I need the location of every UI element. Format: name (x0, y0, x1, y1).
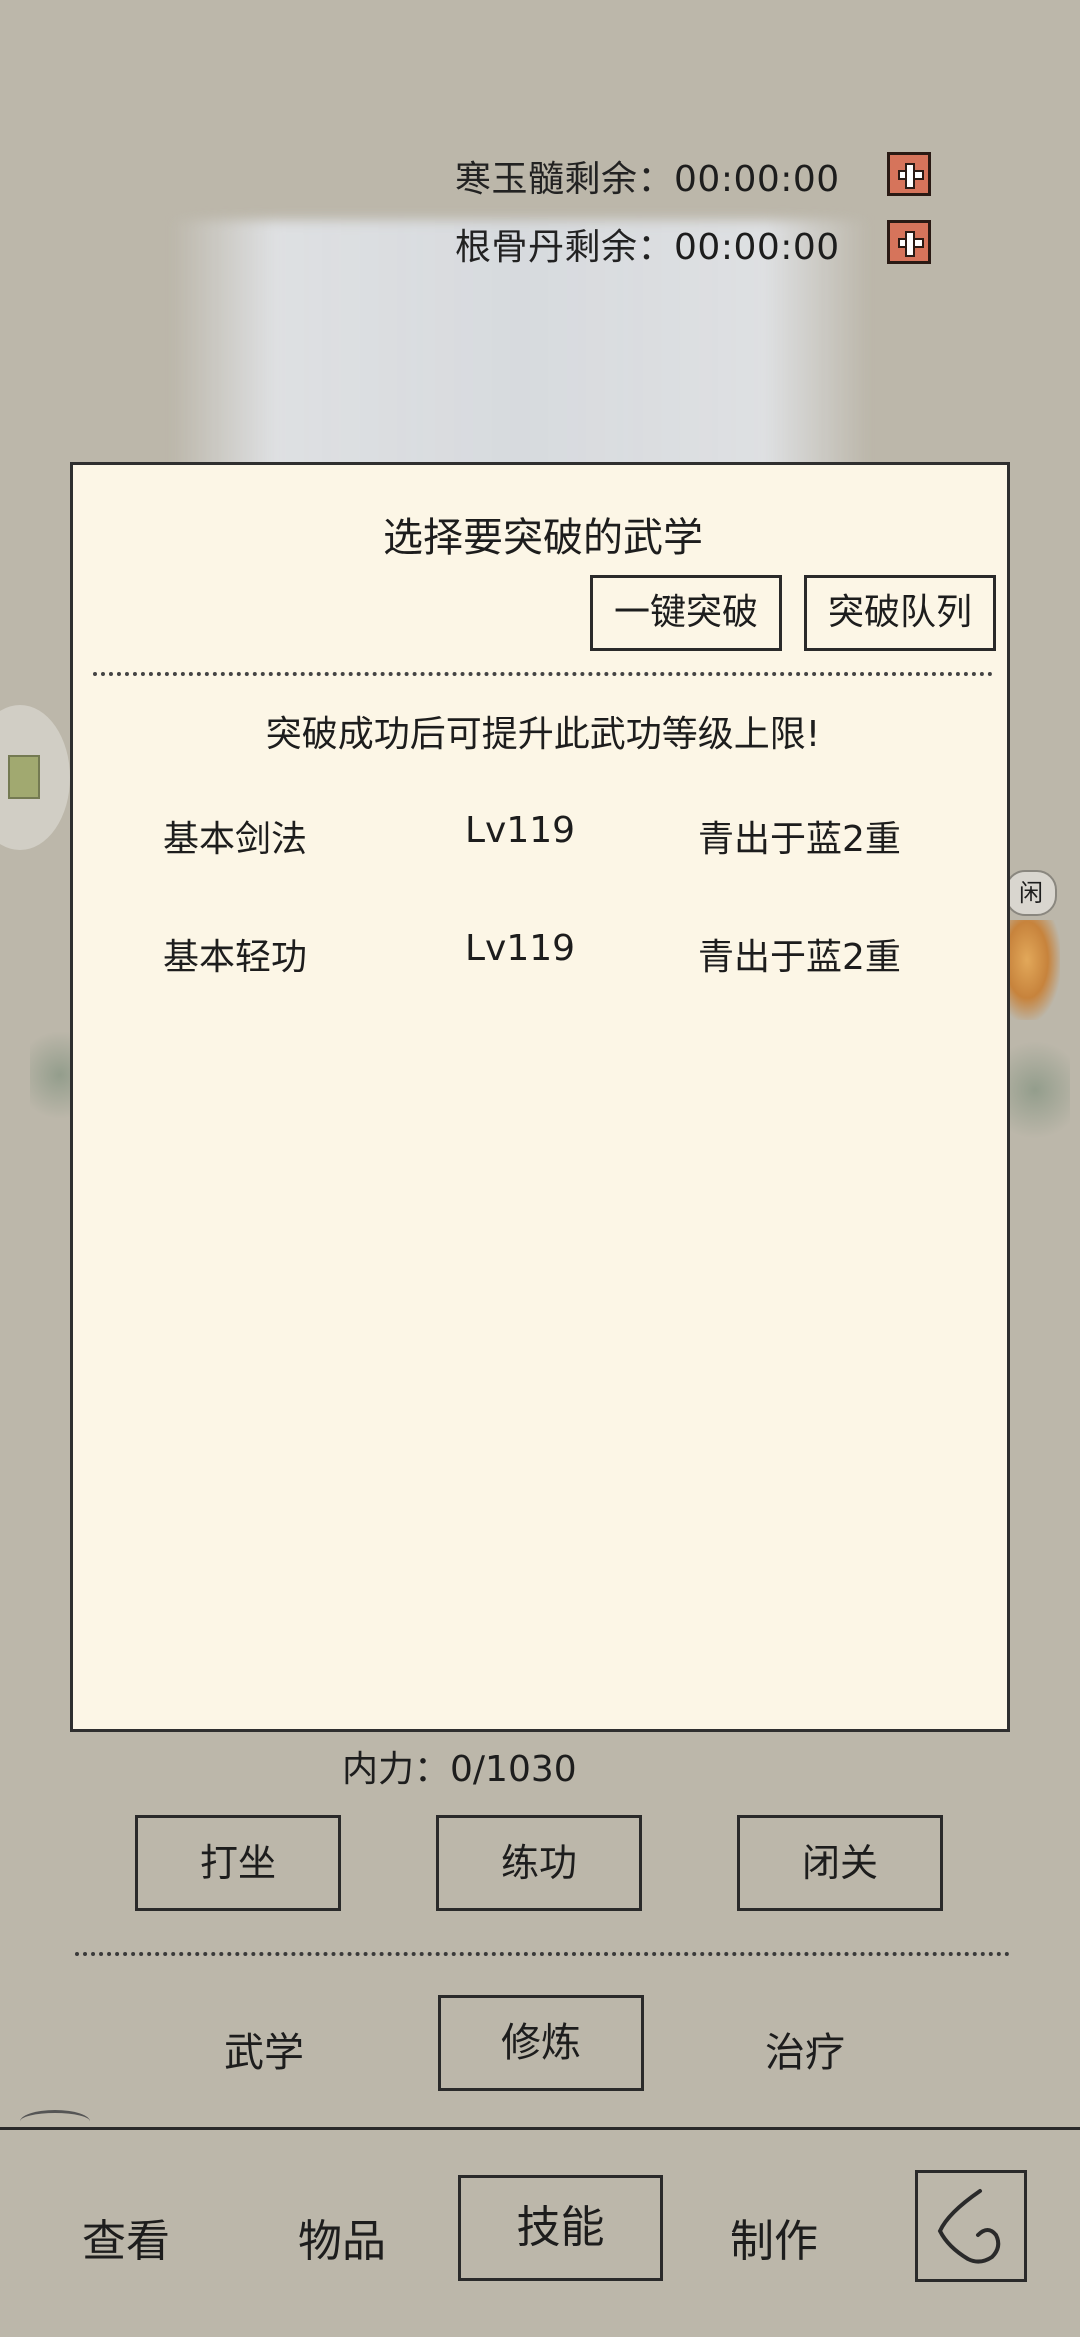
skill-level: Lv119 (465, 928, 576, 969)
meditate-button[interactable]: 打坐 (135, 1815, 341, 1911)
skill-name: 基本轻功 (163, 937, 308, 978)
tab-healing[interactable]: 治疗 (765, 2020, 845, 2078)
jade-marrow-timer: 寒玉髓剩余：00:00:00 (455, 150, 840, 202)
nav-items[interactable]: 物品 (298, 2205, 386, 2269)
nav-crafting[interactable]: 制作 (730, 2205, 818, 2269)
dialog-title: 选择要突破的武学 (383, 515, 703, 561)
nav-skills[interactable]: 技能 (458, 2175, 663, 2281)
tab-martial-arts[interactable]: 武学 (224, 2020, 304, 2078)
idle-tab[interactable]: 闲 (1005, 870, 1057, 916)
tab-cultivation[interactable]: 修炼 (438, 1995, 644, 2091)
divider (93, 672, 993, 676)
nav-view[interactable]: 查看 (82, 2205, 170, 2269)
back-button[interactable] (915, 2170, 1027, 2282)
breakthrough-dialog: 选择要突破的武学 一键突破 突破队列 突破成功后可提升此武功等级上限! 基本剑法… (70, 462, 1010, 1732)
add-bone-pill-button[interactable] (887, 220, 931, 264)
divider (75, 1952, 1010, 1956)
breakthrough-queue-button[interactable]: 突破队列 (804, 575, 996, 651)
skill-level: Lv119 (465, 810, 576, 851)
skill-row[interactable]: 基本轻功 Lv119 青出于蓝2重 (73, 928, 1013, 988)
skill-stage: 青出于蓝2重 (698, 819, 901, 860)
seclusion-button[interactable]: 闭关 (737, 1815, 943, 1911)
nav-divider (0, 2127, 1080, 2130)
timer-label: 根骨丹剩余： (455, 227, 675, 268)
cube-icon (8, 755, 40, 799)
add-jade-marrow-button[interactable] (887, 152, 931, 196)
character-figure (1005, 920, 1060, 1020)
bone-pill-timer: 根骨丹剩余：00:00:00 (455, 218, 840, 270)
skill-stage: 青出于蓝2重 (698, 937, 901, 978)
floating-cube-button[interactable] (0, 705, 70, 850)
internal-energy: 内力：0/1030 (342, 1749, 577, 1790)
skill-row[interactable]: 基本剑法 Lv119 青出于蓝2重 (73, 810, 1013, 870)
timer-value: 00:00:00 (674, 159, 840, 200)
one-click-breakthrough-button[interactable]: 一键突破 (590, 575, 782, 651)
timer-label: 寒玉髓剩余： (455, 159, 675, 200)
practice-button[interactable]: 练功 (436, 1815, 642, 1911)
rock-decoration-right (1000, 1030, 1070, 1150)
breakthrough-hint: 突破成功后可提升此武功等级上限! (265, 714, 821, 755)
back-arrow-icon (937, 2189, 1001, 2264)
timer-value: 00:00:00 (674, 227, 840, 268)
skill-name: 基本剑法 (163, 819, 308, 860)
